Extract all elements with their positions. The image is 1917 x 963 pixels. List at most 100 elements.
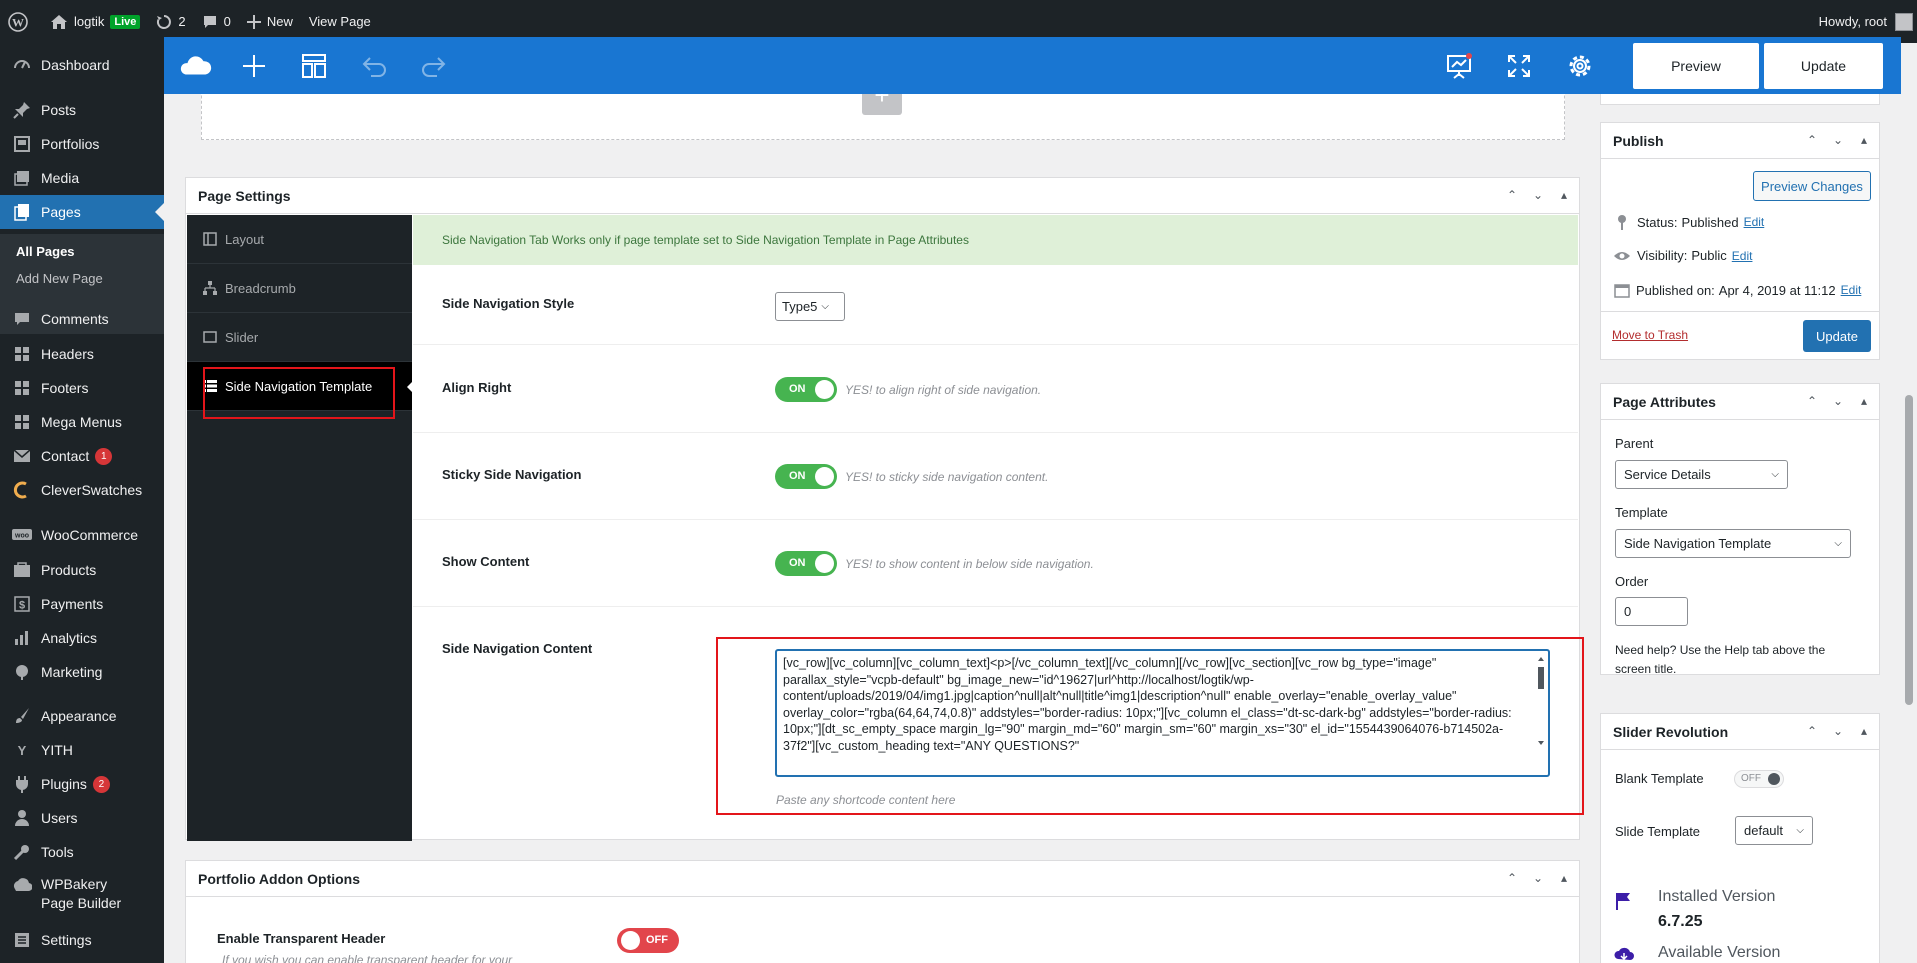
sidebar-item-comments[interactable]: Comments xyxy=(0,302,164,336)
move-up-icon[interactable]: ⌃ xyxy=(1505,871,1519,885)
tab-layout[interactable]: Layout xyxy=(187,215,412,264)
sidebar-item-mega-menus[interactable]: Mega Menus xyxy=(0,405,164,439)
highlight-box-tab xyxy=(203,367,395,419)
toggle-panel-icon[interactable]: ▴ xyxy=(1857,724,1871,738)
move-down-icon[interactable]: ⌄ xyxy=(1831,133,1845,147)
sidebar-item-payments[interactable]: $ Payments xyxy=(0,587,164,621)
blank-template-toggle[interactable]: OFF xyxy=(1734,770,1784,788)
cloud-download-icon xyxy=(1614,947,1634,961)
published-edit-link[interactable]: Edit xyxy=(1841,283,1862,297)
show-content-toggle[interactable]: ON xyxy=(775,551,837,576)
template-select[interactable]: Side Navigation Template ⌵ xyxy=(1615,529,1851,558)
preview-button[interactable]: Preview xyxy=(1633,43,1759,89)
move-up-icon[interactable]: ⌃ xyxy=(1805,724,1819,738)
move-down-icon[interactable]: ⌄ xyxy=(1831,724,1845,738)
publish-divider xyxy=(1601,311,1879,312)
move-up-icon[interactable]: ⌃ xyxy=(1805,394,1819,408)
sidebar-item-headers[interactable]: Headers xyxy=(0,337,164,371)
sidebar-item-portfolios[interactable]: Portfolios xyxy=(0,127,164,161)
templates-icon[interactable] xyxy=(298,50,330,82)
page-settings-box: Page Settings ⌃ ⌄ ▴ Layout Breadcrumb Sl… xyxy=(185,177,1584,841)
sticky-side-nav-toggle[interactable]: ON xyxy=(775,464,837,489)
sidebar-item-woocommerce[interactable]: woo WooCommerce xyxy=(0,518,164,552)
portfolio-addon-header[interactable]: Portfolio Addon Options xyxy=(186,861,1579,897)
toggle-panel-icon[interactable]: ▴ xyxy=(1857,133,1871,147)
update-button[interactable]: Update xyxy=(1764,43,1883,89)
grid-icon xyxy=(12,344,32,364)
tools-icon xyxy=(12,842,32,862)
submenu-all-pages[interactable]: All Pages xyxy=(16,244,75,259)
side-nav-notice: Side Navigation Tab Works only if page t… xyxy=(413,215,1578,265)
page-scrollbar[interactable] xyxy=(1901,43,1917,963)
order-input[interactable]: 0 xyxy=(1615,597,1688,626)
box-controls: ⌃ ⌄ ▴ xyxy=(1505,871,1571,885)
slide-template-select[interactable]: default ⌵ xyxy=(1735,816,1813,845)
sidebar-item-tools[interactable]: Tools xyxy=(0,835,164,869)
wpbakery-logo-icon[interactable] xyxy=(180,50,212,82)
sidebar-item-yith[interactable]: Y YITH xyxy=(0,733,164,767)
sidebar-item-cleverswatches[interactable]: CleverSwatches xyxy=(0,473,164,507)
home-icon xyxy=(51,14,67,29)
sidebar-item-wpbakery[interactable]: WPBakery Page Builder xyxy=(0,869,164,919)
tab-breadcrumb[interactable]: Breadcrumb xyxy=(187,264,412,313)
page-scrollbar-thumb[interactable] xyxy=(1905,395,1913,705)
move-down-icon[interactable]: ⌄ xyxy=(1531,188,1545,202)
sidebar-item-analytics[interactable]: Analytics xyxy=(0,621,164,655)
toggle-panel-icon[interactable]: ▴ xyxy=(1557,188,1571,202)
chevron-down-icon: ⌵ xyxy=(821,301,830,312)
move-up-icon[interactable]: ⌃ xyxy=(1505,188,1519,202)
move-to-trash-link[interactable]: Move to Trash xyxy=(1612,328,1688,342)
svg-text:woo: woo xyxy=(14,533,29,540)
transparent-header-toggle[interactable]: OFF xyxy=(617,928,679,953)
status-edit-link[interactable]: Edit xyxy=(1744,215,1765,229)
align-right-toggle[interactable]: ON xyxy=(775,377,837,402)
move-down-icon[interactable]: ⌄ xyxy=(1831,394,1845,408)
fullscreen-icon[interactable] xyxy=(1503,50,1535,82)
sidebar-item-contact[interactable]: Contact 1 xyxy=(0,439,164,473)
page-settings-header[interactable]: Page Settings xyxy=(186,178,1579,214)
redo-icon[interactable] xyxy=(418,50,450,82)
wp-logo-icon[interactable]: W xyxy=(0,0,42,43)
slider-revolution-box: Slider Revolution ⌃ ⌄ ▴ Blank Template O… xyxy=(1600,713,1880,963)
svg-text:W: W xyxy=(12,15,24,29)
pin-icon xyxy=(12,100,32,120)
add-element-icon[interactable] xyxy=(238,50,270,82)
sidebar-item-settings[interactable]: Settings xyxy=(0,923,164,957)
textarea-scrollbar[interactable] xyxy=(1536,655,1546,747)
box-controls: ⌃ ⌄ ▴ xyxy=(1805,394,1871,408)
brush-icon xyxy=(12,706,32,726)
sidebar-item-plugins[interactable]: Plugins 2 xyxy=(0,767,164,801)
chevron-down-icon: ⌵ xyxy=(1834,538,1842,549)
undo-icon[interactable] xyxy=(358,50,390,82)
portfolio-addon-box: Portfolio Addon Options ⌃ ⌄ ▴ Enable Tra… xyxy=(185,860,1580,963)
side-nav-content-textarea[interactable]: [vc_row][vc_column][vc_column_text]<p>[/… xyxy=(775,649,1550,777)
visibility-edit-link[interactable]: Edit xyxy=(1732,249,1753,263)
preview-changes-button[interactable]: Preview Changes xyxy=(1753,171,1871,201)
box-controls: ⌃ ⌄ ▴ xyxy=(1805,724,1871,738)
sidebar-item-marketing[interactable]: Marketing xyxy=(0,655,164,689)
yith-icon: Y xyxy=(12,740,32,760)
sidebar-item-dashboard[interactable]: Dashboard xyxy=(0,48,164,82)
seo-analysis-icon[interactable] xyxy=(1443,50,1475,82)
sidebar-item-users[interactable]: Users xyxy=(0,801,164,835)
sidebar-item-media[interactable]: Media xyxy=(0,161,164,195)
side-nav-style-select[interactable]: Type5 ⌵ xyxy=(775,292,845,321)
sidebar-item-footers[interactable]: Footers xyxy=(0,371,164,405)
transparent-header-label: Enable Transparent Header xyxy=(217,931,386,946)
settings-gear-icon[interactable] xyxy=(1564,50,1596,82)
help-text: Need help? Use the Help tab above the sc… xyxy=(1615,643,1826,676)
updates-count: 2 xyxy=(178,14,186,29)
submenu-add-new-page[interactable]: Add New Page xyxy=(16,271,103,286)
sidebar-item-posts[interactable]: Posts xyxy=(0,93,164,127)
tab-slider[interactable]: Slider xyxy=(187,313,412,362)
sidebar-item-products[interactable]: Products xyxy=(0,553,164,587)
sidebar-item-appearance[interactable]: Appearance xyxy=(0,699,164,733)
publish-update-button[interactable]: Update xyxy=(1803,320,1871,352)
move-up-icon[interactable]: ⌃ xyxy=(1805,133,1819,147)
sidebar-item-pages[interactable]: Pages xyxy=(0,195,164,229)
toggle-panel-icon[interactable]: ▴ xyxy=(1857,394,1871,408)
site-name-link[interactable]: logtik Live xyxy=(42,0,148,43)
move-down-icon[interactable]: ⌄ xyxy=(1531,871,1545,885)
toggle-panel-icon[interactable]: ▴ xyxy=(1557,871,1571,885)
parent-select[interactable]: Service Details ⌵ xyxy=(1615,460,1788,489)
